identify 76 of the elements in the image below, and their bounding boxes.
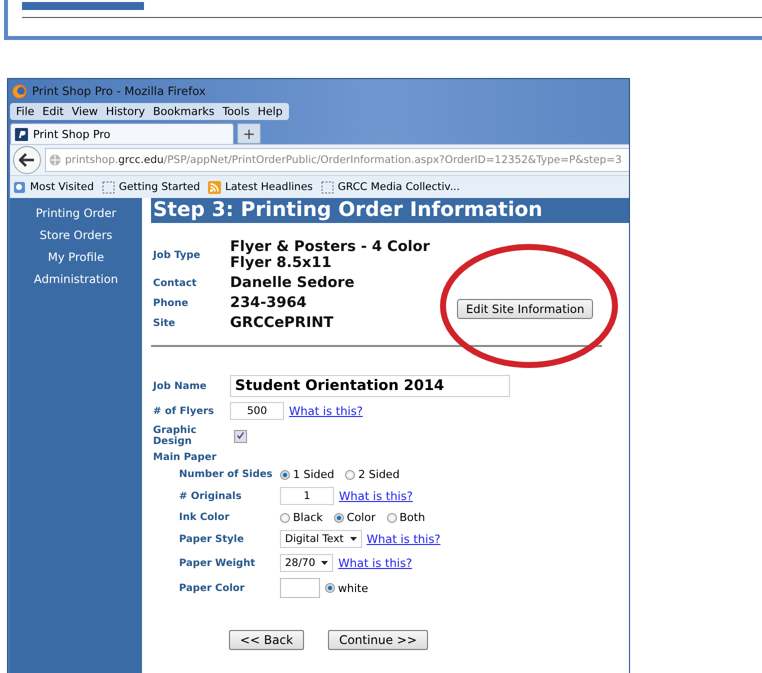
menu-item[interactable]: Tools — [218, 104, 254, 119]
dropdown[interactable]: Digital Text — [280, 530, 362, 548]
radio-button[interactable] — [280, 470, 290, 480]
sidebar-link[interactable]: Printing Order — [34, 206, 118, 220]
globe-icon — [49, 154, 61, 166]
page-icon — [320, 180, 334, 194]
field-label: # Originals — [179, 490, 243, 502]
field-label: Job Type — [153, 250, 202, 260]
help-link[interactable]: What is this? — [366, 532, 440, 546]
bookmark-icon — [13, 180, 26, 194]
menu-item[interactable]: Edit — [38, 104, 68, 119]
field-label: # of Flyers — [153, 406, 216, 416]
caret-icon — [350, 537, 357, 541]
field-value: GRCCePRINT — [230, 315, 334, 331]
nav-button[interactable]: Continue >> — [328, 630, 428, 650]
window-title: Print Shop Pro - Mozilla Firefox — [32, 84, 206, 98]
bookmark-link[interactable]: Latest Headlines — [208, 180, 313, 194]
back-button[interactable] — [13, 146, 41, 174]
menu-item[interactable]: Bookmarks — [148, 104, 218, 119]
menu-item[interactable]: Help — [254, 104, 287, 119]
radio-button[interactable] — [325, 583, 335, 593]
sidebar-link[interactable]: My Profile — [46, 250, 106, 264]
menu-item[interactable]: View — [68, 104, 102, 119]
field-label: Contact — [153, 278, 198, 288]
field-label: Paper Weight — [179, 558, 256, 568]
help-link[interactable]: What is this? — [338, 556, 412, 570]
back-icon — [19, 153, 35, 167]
color-swatch-field[interactable] — [280, 578, 320, 598]
browser-tab[interactable]: Print Shop Pro — [10, 123, 234, 144]
url-text: printshop.grcc.edu/PSP/appNet/PrintOrderPublic/OrderInformation.aspx?OrderID=12352&Type=P&step=3 — [65, 154, 622, 166]
radio-button[interactable] — [345, 470, 356, 480]
sidebar-link[interactable]: Store Orders — [38, 228, 114, 242]
field-value: 234-3964 — [230, 295, 307, 311]
radio-button[interactable] — [386, 512, 396, 522]
page-icon — [102, 180, 115, 194]
option-label: Color — [346, 511, 376, 524]
rss-icon — [208, 180, 222, 194]
page-heading: Step 3: Printing Order Information — [151, 198, 629, 223]
field-label: Site — [153, 318, 176, 328]
sidebar-link[interactable]: Administration — [32, 272, 120, 286]
help-link[interactable]: What is this? — [289, 404, 363, 418]
radio-button[interactable] — [280, 512, 290, 522]
field-label: Graphic Design — [153, 425, 198, 447]
dropdown[interactable]: 28/70 — [280, 554, 334, 572]
field-label: Phone — [153, 298, 190, 308]
checkbox[interactable] — [234, 430, 247, 442]
field-value: Flyer & Posters - 4 Color Flyer 8.5x11 — [230, 239, 430, 271]
field-label: Job Name — [153, 380, 208, 392]
option-label: Black — [293, 511, 323, 524]
field-value: Danelle Sedore — [230, 275, 354, 291]
help-link[interactable]: What is this? — [339, 489, 413, 503]
option-label: 2 Sided — [358, 468, 400, 481]
nav-button[interactable]: << Back — [229, 630, 304, 650]
address-field[interactable]: printshop.grcc.edu/PSP/appNet/PrintOrderPublic/OrderInformation.aspx?OrderID=12352&Type=P&step=3 — [45, 148, 629, 172]
field-label: Number of Sides — [179, 469, 274, 480]
caret-icon — [321, 561, 328, 565]
bookmark-link[interactable]: Getting Started — [102, 180, 200, 194]
menu-item[interactable]: History — [102, 104, 149, 119]
section-label: Main Paper — [153, 452, 218, 463]
radio-button[interactable] — [334, 512, 344, 522]
new-tab-button[interactable]: + — [237, 123, 261, 144]
bookmark-link[interactable]: GRCC Media Collectiv... — [320, 180, 460, 194]
field-label: Paper Color — [179, 582, 246, 594]
site-logo-icon — [15, 128, 28, 140]
text-field[interactable]: Student Orientation 2014 — [230, 375, 510, 397]
field-label: Paper Style — [179, 534, 245, 544]
number-field[interactable]: 1 — [280, 487, 334, 505]
menu-item[interactable]: File — [12, 104, 38, 119]
bookmark-link[interactable]: Most Visited — [13, 180, 94, 194]
firefox-icon — [12, 84, 27, 98]
field-label: Ink Color — [179, 512, 230, 523]
edit-site-button[interactable]: Edit Site Information — [457, 299, 594, 319]
number-field[interactable]: 500 — [230, 402, 284, 420]
option-label: Both — [400, 511, 426, 524]
option-label: 1 Sided — [293, 468, 334, 481]
option-label: white — [338, 582, 368, 594]
